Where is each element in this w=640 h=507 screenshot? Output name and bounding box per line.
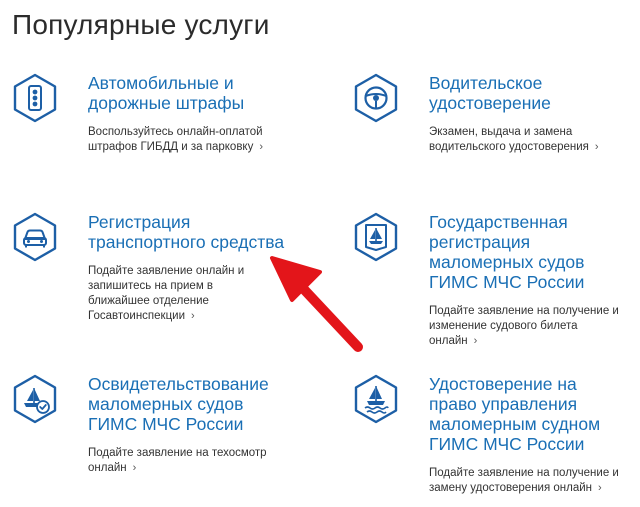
service-description-text[interactable]: Подайте заявление онлайн и запишитесь на… — [88, 265, 244, 322]
page-title: Популярные услуги — [12, 9, 270, 40]
traffic-light-icon — [12, 73, 58, 123]
service-description-text[interactable]: Подайте заявление на получение и изменен… — [429, 305, 619, 347]
service-title-link[interactable]: Удостоверение на право управления маломе… — [429, 374, 640, 454]
boat-check-icon — [12, 374, 58, 424]
service-description[interactable]: Подайте заявление онлайн и запишитесь на… — [88, 264, 308, 324]
service-description[interactable]: Воспользуйтесь онлайн-оплатой штрафов ГИ… — [88, 125, 308, 155]
boat-waves-icon — [353, 374, 399, 424]
chevron-right-icon[interactable]: › — [598, 481, 602, 496]
boat-document-icon — [353, 212, 399, 262]
chevron-right-icon[interactable]: › — [259, 140, 263, 155]
service-title-link[interactable]: Регистрация транспортного средства — [88, 212, 308, 252]
service-description-text[interactable]: Подайте заявление на получение и замену … — [429, 467, 619, 494]
service-description-text[interactable]: Воспользуйтесь онлайн-оплатой штрафов ГИ… — [88, 126, 263, 153]
service-title-link[interactable]: Водительское удостоверение — [429, 73, 640, 113]
service-description-text[interactable]: Экзамен, выдача и замена водительского у… — [429, 126, 589, 153]
chevron-right-icon[interactable]: › — [133, 461, 137, 476]
car-icon — [12, 212, 58, 262]
chevron-right-icon[interactable]: › — [191, 309, 195, 324]
chevron-right-icon[interactable]: › — [595, 140, 599, 155]
service-description[interactable]: Экзамен, выдача и замена водительского у… — [429, 125, 640, 155]
service-title-link[interactable]: Автомобильные и дорожные штрафы — [88, 73, 308, 113]
chevron-right-icon[interactable]: › — [474, 334, 478, 349]
steering-wheel-icon — [353, 73, 399, 123]
service-description[interactable]: Подайте заявление на техосмотр онлайн › — [88, 446, 308, 476]
service-title-link[interactable]: Государственная регистрация маломерных с… — [429, 212, 640, 292]
service-title-link[interactable]: Освидетельствование маломерных судов ГИМ… — [88, 374, 308, 434]
service-description[interactable]: Подайте заявление на получение и изменен… — [429, 304, 640, 349]
service-description[interactable]: Подайте заявление на получение и замену … — [429, 466, 640, 496]
service-description-text[interactable]: Подайте заявление на техосмотр онлайн — [88, 447, 267, 474]
